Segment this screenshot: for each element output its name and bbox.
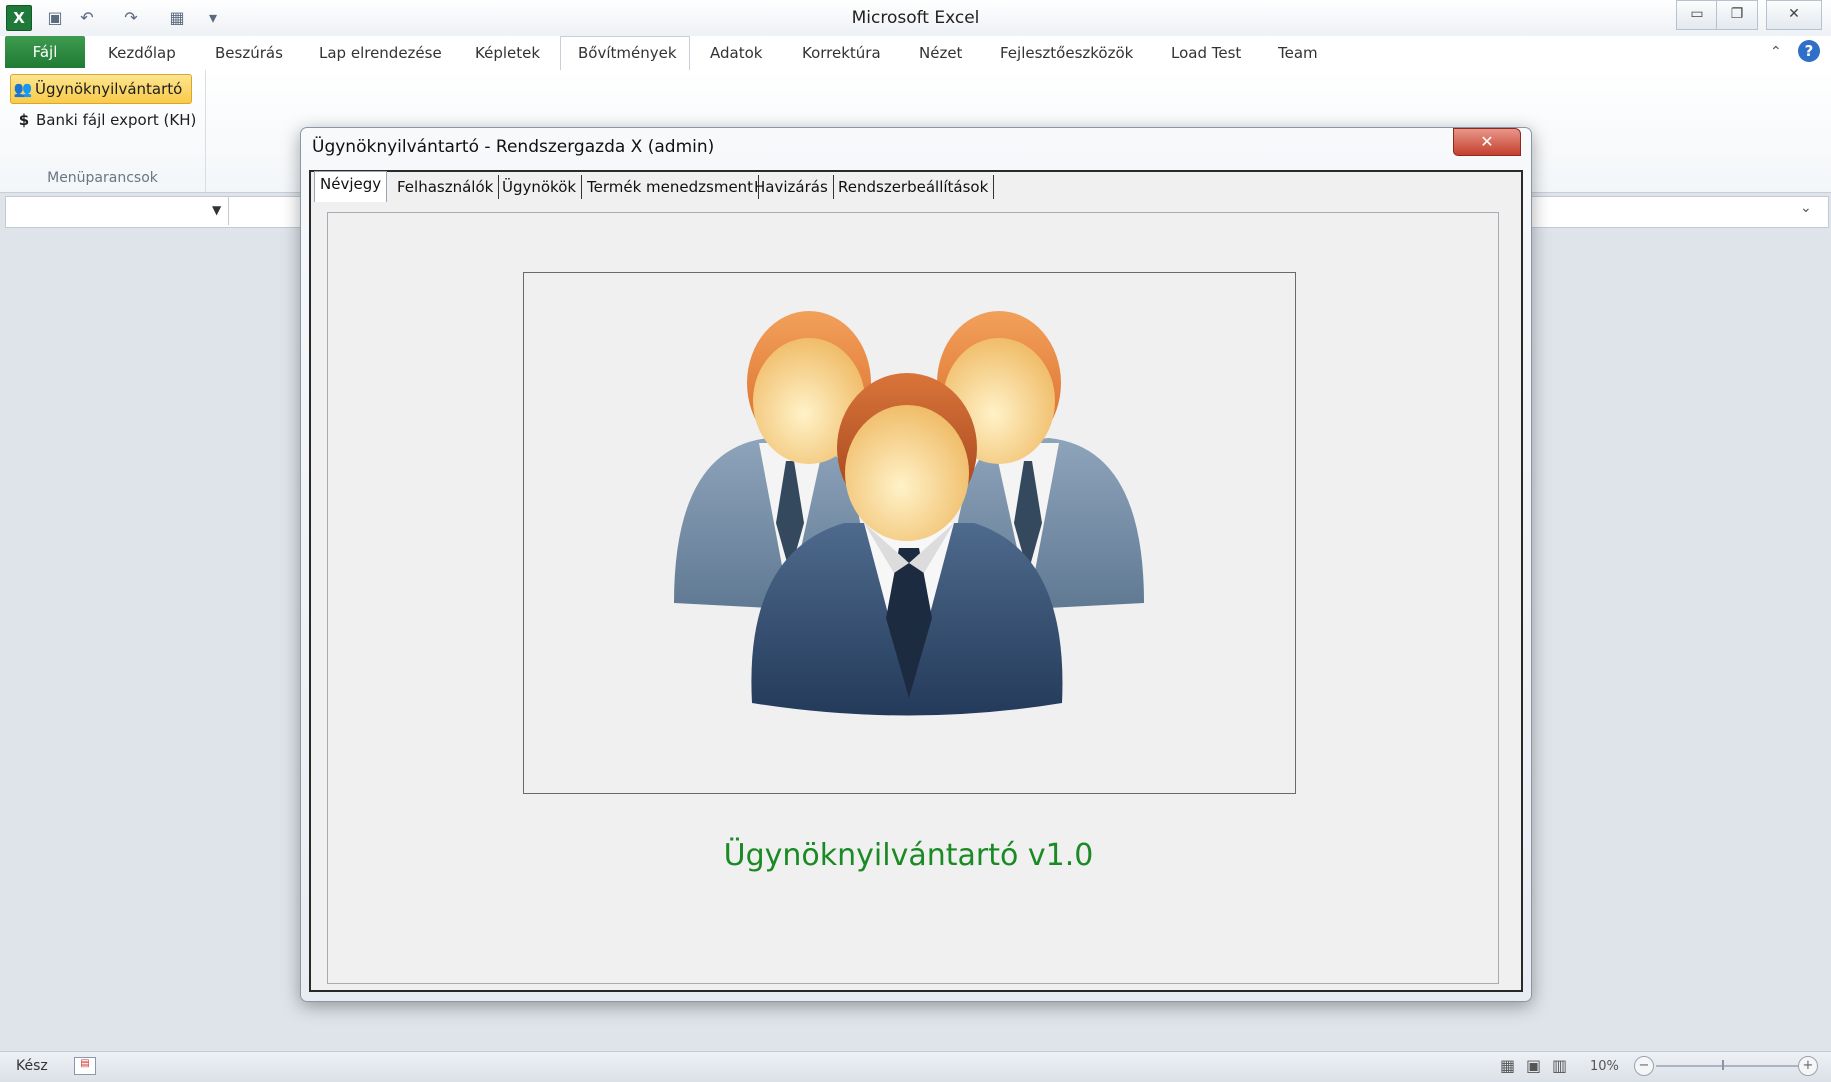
tab-adatok[interactable]: Adatok: [710, 44, 762, 62]
status-text: Kész: [16, 1058, 48, 1074]
banki-fajl-export-button[interactable]: $ Banki fájl export (KH): [12, 108, 202, 132]
collapse-ribbon-icon[interactable]: ⌃: [1770, 44, 1782, 60]
dialog-title: Ügynöknyilvántartó - Rendszergazda X (ad…: [312, 137, 715, 157]
close-window-button[interactable]: ✕: [1766, 0, 1822, 30]
zoom-slider[interactable]: [1656, 1065, 1798, 1067]
minimize-button[interactable]: ▭: [1676, 0, 1718, 30]
tab-kezdolap[interactable]: Kezdőlap: [108, 44, 176, 62]
tab-fejlesztoeszkozok[interactable]: Fejlesztőeszközök: [1000, 44, 1133, 62]
tab-nevjegy[interactable]: Névjegy: [314, 171, 388, 202]
help-icon[interactable]: ?: [1798, 40, 1820, 62]
tab-felhasznalok[interactable]: Felhasználók: [392, 175, 500, 199]
version-text: Ügynöknyilvántartó v1.0: [723, 838, 1094, 873]
banki-fajl-export-label: Banki fájl export (KH): [36, 111, 197, 129]
users-icon: 👥: [13, 80, 33, 98]
page-layout-icon[interactable]: ▣: [1526, 1056, 1541, 1075]
dialog-close-button[interactable]: ✕: [1453, 128, 1521, 156]
zoom-slider-tick: [1722, 1060, 1724, 1070]
ugynoknyilvantarto-button[interactable]: 👥 Ügynöknyilvántartó: [10, 74, 192, 104]
people-group-icon: [674, 311, 1144, 716]
tab-bovitmenyek[interactable]: Bővítmények: [578, 44, 677, 62]
tab-korrektura[interactable]: Korrektúra: [802, 44, 881, 62]
tab-lap-elrendezese[interactable]: Lap elrendezése: [319, 44, 442, 62]
tab-kepletek[interactable]: Képletek: [475, 44, 540, 62]
namebox-dropdown-icon[interactable]: ▼: [212, 203, 221, 217]
group-label: Menüparancsok: [47, 170, 158, 186]
tab-ugynokok[interactable]: Ügynökök: [497, 175, 583, 199]
dollar-icon: $: [18, 111, 30, 129]
tab-beszuras[interactable]: Beszúrás: [215, 44, 283, 62]
normal-view-icon[interactable]: ▦: [1500, 1056, 1515, 1075]
tab-rendszerbeallitasok[interactable]: Rendszerbeállítások: [833, 175, 995, 199]
tab-havizaras[interactable]: Havizárás: [749, 175, 834, 199]
name-box[interactable]: [6, 197, 229, 225]
zoom-in-icon[interactable]: +: [1798, 1056, 1818, 1076]
page-break-icon[interactable]: ▥: [1552, 1056, 1567, 1075]
tab-team[interactable]: Team: [1278, 44, 1318, 62]
macro-record-icon[interactable]: ▤: [74, 1057, 96, 1075]
tab-load-test[interactable]: Load Test: [1171, 44, 1241, 62]
tab-nezet[interactable]: Nézet: [919, 44, 962, 62]
zoom-out-icon[interactable]: −: [1634, 1056, 1654, 1076]
expand-formula-bar-icon[interactable]: ⌄: [1800, 200, 1812, 216]
logo-frame: [523, 272, 1296, 794]
ugynoknyilvantarto-label: Ügynöknyilvántartó: [35, 80, 183, 98]
zoom-level[interactable]: 10%: [1590, 1059, 1619, 1074]
file-tab[interactable]: Fájl: [5, 36, 85, 68]
restore-button[interactable]: ❐: [1716, 0, 1758, 30]
tab-termek-menedzsment[interactable]: Termék menedzsment: [582, 175, 760, 199]
app-title: Microsoft Excel: [851, 8, 980, 28]
